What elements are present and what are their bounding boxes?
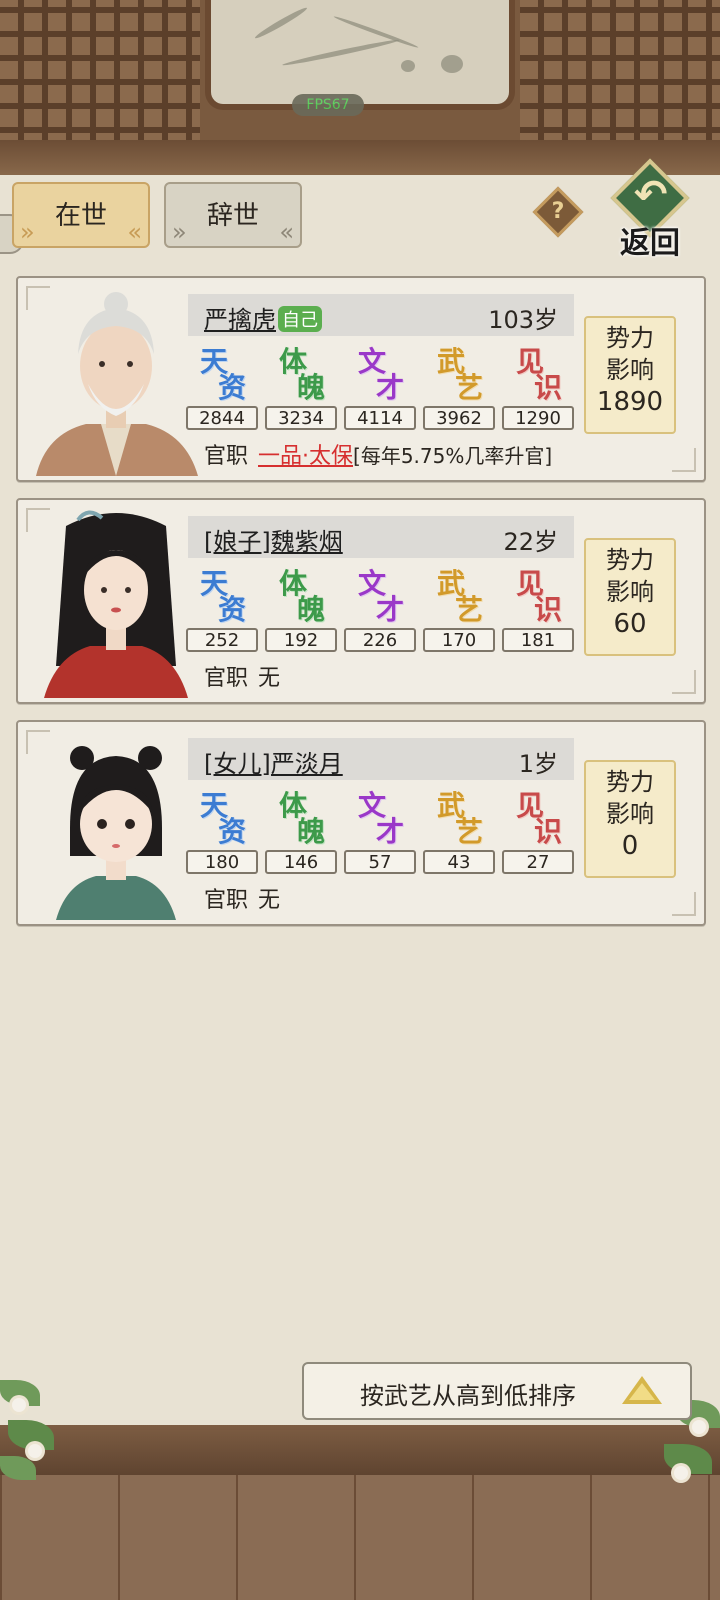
office-value: 无 bbox=[258, 888, 281, 913]
tab-deceased[interactable]: » 辞世 « bbox=[164, 182, 302, 248]
stat-value-physique: 146 bbox=[265, 850, 337, 874]
return-arrow-icon: ↶ bbox=[634, 172, 668, 218]
influence-label-1: 势力 bbox=[606, 768, 654, 796]
flower-decoration bbox=[28, 1444, 42, 1458]
stat-value-literary: 226 bbox=[344, 628, 416, 652]
back-label: 返回 bbox=[620, 226, 680, 261]
stat-label-physique: 体魄 bbox=[279, 345, 326, 404]
stat-label-martial: 武艺 bbox=[437, 345, 484, 404]
office-label: 官职 bbox=[204, 888, 249, 913]
flower-decoration bbox=[692, 1420, 706, 1434]
chevron-right-icon: » bbox=[172, 218, 187, 246]
flower-decoration bbox=[674, 1466, 688, 1480]
name-bar: [娘子]魏紫烟 22岁 bbox=[188, 516, 574, 558]
portrait-young-woman bbox=[44, 510, 188, 698]
office-label: 官职 bbox=[204, 444, 249, 469]
office-row: 官职无 bbox=[204, 660, 280, 692]
stat-label-talent: 天资 bbox=[200, 345, 247, 404]
influence-box: 势力 影响 60 bbox=[584, 538, 676, 656]
stat-label-talent: 天资 bbox=[200, 567, 247, 626]
stat-label-knowledge: 见识 bbox=[516, 345, 563, 404]
member-age: 1岁 bbox=[518, 750, 558, 778]
stat-label-martial: 武艺 bbox=[437, 567, 484, 626]
stat-value-knowledge: 1290 bbox=[502, 406, 574, 430]
chevron-left-icon: « bbox=[279, 218, 294, 246]
sort-button-label: 按武艺从高到低排序 bbox=[360, 1382, 576, 1410]
member-name-link[interactable]: [女儿]严淡月 bbox=[204, 744, 343, 779]
stat-value-martial: 43 bbox=[423, 850, 495, 874]
stat-label-physique: 体魄 bbox=[279, 567, 326, 626]
influence-box: 势力 影响 0 bbox=[584, 760, 676, 878]
tab-deceased-label: 辞世 bbox=[206, 201, 259, 231]
bottom-beam bbox=[0, 1425, 720, 1475]
chevron-left-icon: « bbox=[127, 218, 142, 246]
member-card[interactable]: [女儿]严淡月 1岁 天资 体魄 文才 武艺 见识 180 146 57 43 … bbox=[16, 720, 706, 926]
stat-value-physique: 3234 bbox=[265, 406, 337, 430]
flower-decoration bbox=[12, 1398, 26, 1412]
member-name-link[interactable]: 严擒虎 自己 bbox=[204, 300, 322, 335]
member-card[interactable]: 严擒虎 自己 103岁 天资 体魄 文才 武艺 见识 2844 3234 4114… bbox=[16, 276, 706, 482]
stat-label-talent: 天资 bbox=[200, 789, 247, 848]
back-button[interactable]: ↶ 返回 bbox=[608, 158, 690, 261]
stat-value-literary: 4114 bbox=[344, 406, 416, 430]
stat-label-knowledge: 见识 bbox=[516, 789, 563, 848]
stat-label-literary: 文才 bbox=[358, 567, 405, 626]
influence-label-2: 影响 bbox=[606, 800, 654, 828]
office-promotion-note: [每年5.75%几率升官] bbox=[353, 444, 553, 468]
fps-counter: FPS67 bbox=[292, 94, 364, 116]
tab-alive[interactable]: » 在世 « bbox=[12, 182, 150, 248]
corner-ornament bbox=[672, 892, 696, 916]
office-label: 官职 bbox=[204, 666, 249, 691]
office-row: 官职无 bbox=[204, 882, 280, 914]
stat-label-physique: 体魄 bbox=[279, 789, 326, 848]
stat-label-literary: 文才 bbox=[358, 789, 405, 848]
stat-label-knowledge: 见识 bbox=[516, 567, 563, 626]
office-rank-link[interactable]: 一品·太保 bbox=[258, 444, 353, 469]
influence-box: 势力 影响 1890 bbox=[584, 316, 676, 434]
name-bar: [女儿]严淡月 1岁 bbox=[188, 738, 574, 780]
sort-by-martial-button[interactable]: 按武艺从高到低排序 bbox=[302, 1362, 692, 1420]
tab-alive-label: 在世 bbox=[54, 201, 107, 231]
stat-value-talent: 2844 bbox=[186, 406, 258, 430]
chevron-right-icon: » bbox=[20, 218, 35, 246]
office-row: 官职 一品·太保[每年5.75%几率升官] bbox=[204, 438, 552, 470]
influence-value: 1890 bbox=[596, 387, 664, 417]
stat-value-talent: 252 bbox=[186, 628, 258, 652]
member-card[interactable]: [娘子]魏紫烟 22岁 天资 体魄 文才 武艺 见识 252 192 226 1… bbox=[16, 498, 706, 704]
office-value: 无 bbox=[258, 666, 281, 691]
influence-label-2: 影响 bbox=[606, 578, 654, 606]
self-badge: 自己 bbox=[278, 306, 322, 332]
corner-ornament bbox=[672, 448, 696, 472]
influence-label-1: 势力 bbox=[606, 546, 654, 574]
member-age: 103岁 bbox=[488, 306, 558, 334]
stat-value-literary: 57 bbox=[344, 850, 416, 874]
orchid-painting bbox=[205, 0, 515, 110]
influence-label-1: 势力 bbox=[606, 324, 654, 352]
member-age: 22岁 bbox=[503, 528, 558, 556]
name-bar: 严擒虎 自己 103岁 bbox=[188, 294, 574, 336]
influence-value: 0 bbox=[621, 831, 639, 861]
sort-ascending-triangle-icon bbox=[622, 1376, 662, 1404]
top-frame bbox=[0, 0, 720, 175]
portrait-elderly-man bbox=[36, 292, 198, 476]
influence-value: 60 bbox=[613, 609, 647, 639]
stat-label-literary: 文才 bbox=[358, 345, 405, 404]
stat-label-martial: 武艺 bbox=[437, 789, 484, 848]
influence-label-2: 影响 bbox=[606, 356, 654, 384]
member-name-link[interactable]: [娘子]魏紫烟 bbox=[204, 522, 343, 557]
portrait-child-girl bbox=[56, 746, 176, 920]
corner-ornament bbox=[672, 670, 696, 694]
stat-value-knowledge: 27 bbox=[502, 850, 574, 874]
stat-value-martial: 170 bbox=[423, 628, 495, 652]
stat-value-martial: 3962 bbox=[423, 406, 495, 430]
question-icon: ? bbox=[551, 199, 565, 224]
stat-value-knowledge: 181 bbox=[502, 628, 574, 652]
stat-value-physique: 192 bbox=[265, 628, 337, 652]
stat-value-talent: 180 bbox=[186, 850, 258, 874]
